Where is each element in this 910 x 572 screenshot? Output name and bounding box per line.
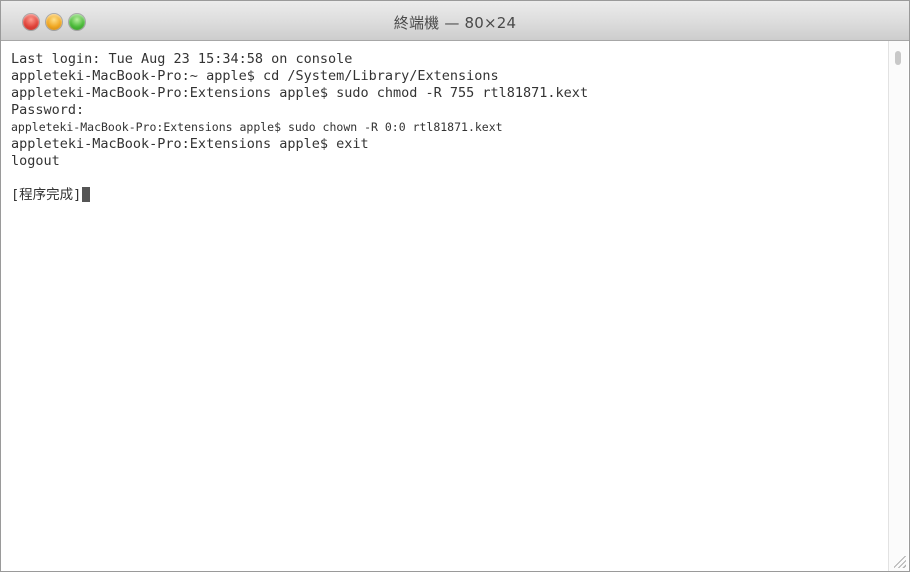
terminal-line: Password: — [11, 102, 85, 118]
terminal-line: appleteki-MacBook-Pro:Extensions apple$ … — [11, 136, 369, 152]
terminal-line: Last login: Tue Aug 23 15:34:58 on conso… — [11, 51, 353, 67]
text-cursor — [82, 187, 91, 202]
title-bar[interactable]: 終端機 — 80×24 — [1, 1, 909, 41]
terminal-prompt-line[interactable]: [程序完成] — [11, 187, 887, 204]
terminal-line: appleteki-MacBook-Pro:~ apple$ cd /Syste… — [11, 68, 499, 84]
terminal-line: appleteki-MacBook-Pro:Extensions apple$ … — [11, 85, 589, 101]
process-completed-text: [程序完成] — [11, 187, 82, 203]
scrollbar-thumb[interactable] — [895, 51, 901, 65]
terminal-line: appleteki-MacBook-Pro:Extensions apple$ … — [11, 120, 503, 134]
resize-grip-icon[interactable] — [894, 556, 906, 568]
terminal-line: logout — [11, 153, 60, 169]
vertical-scrollbar[interactable] — [888, 41, 908, 571]
terminal-output[interactable]: Last login: Tue Aug 23 15:34:58 on conso… — [1, 41, 887, 571]
terminal-window: 終端機 — 80×24 Last login: Tue Aug 23 15:34… — [0, 0, 910, 572]
window-title: 終端機 — 80×24 — [393, 14, 517, 32]
